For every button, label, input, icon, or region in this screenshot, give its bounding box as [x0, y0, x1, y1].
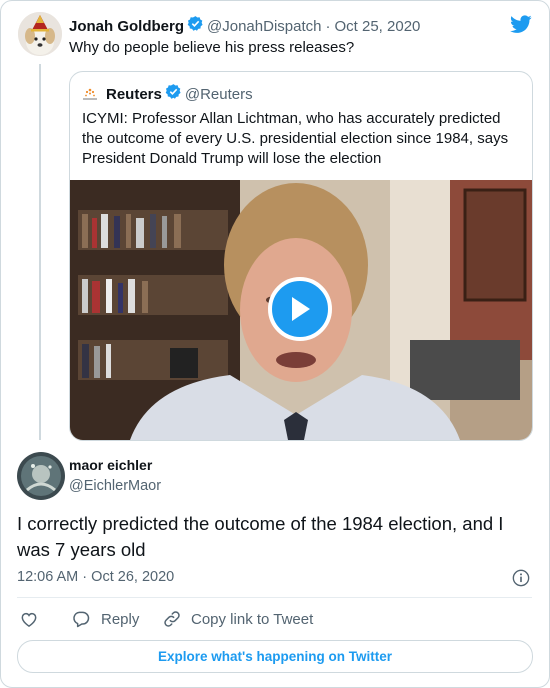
timestamp-separator: ·	[82, 569, 88, 585]
author-handle[interactable]: @JonahDispatch	[207, 18, 321, 35]
reply-timestamp[interactable]: 12:06 AM · Oct 26, 2020	[17, 569, 174, 585]
play-button[interactable]	[268, 277, 332, 341]
reply-text: I correctly predicted the outcome of the…	[17, 513, 504, 560]
like-button[interactable]	[19, 606, 39, 632]
quoted-tweet[interactable]: Reuters @Reuters ICYMI: Professor Allan …	[69, 71, 533, 441]
reply-author-handle[interactable]: @EichlerMaor	[69, 478, 161, 494]
quoted-tweet-text: ICYMI: Professor Allan Lichtman, who has…	[82, 110, 509, 167]
explore-twitter-button[interactable]: Explore what's happening on Twitter	[17, 640, 533, 673]
reply-icon	[73, 611, 90, 628]
verified-badge-icon	[187, 15, 204, 37]
tweet-date[interactable]: Oct 25, 2020	[334, 18, 420, 35]
link-icon	[164, 611, 180, 627]
reply-time: 12:06 AM	[17, 569, 79, 585]
info-icon[interactable]	[512, 569, 530, 592]
verified-badge-icon	[165, 83, 182, 105]
twitter-bird-icon[interactable]	[510, 15, 532, 39]
maor-eichler-avatar[interactable]	[17, 452, 65, 500]
quoted-tweet-header: Reuters @Reuters	[82, 84, 253, 104]
heart-icon	[21, 612, 37, 627]
tweet-header: Jonah Goldberg @JonahDispatch · Oct 25, …	[69, 16, 420, 36]
copy-link-label: Copy link to Tweet	[191, 610, 314, 628]
play-icon	[292, 297, 310, 321]
reply-author-name[interactable]: maor eichler	[69, 457, 152, 473]
explore-label: Explore what's happening on Twitter	[158, 649, 392, 664]
reuters-logo-icon	[82, 86, 98, 102]
quoted-video[interactable]	[70, 180, 532, 440]
jonah-goldberg-avatar[interactable]	[18, 12, 62, 56]
reply-button[interactable]: Reply	[71, 606, 139, 632]
dog-avatar-image	[18, 12, 62, 56]
quoted-author-name: Reuters	[106, 85, 162, 103]
reply-date: Oct 26, 2020	[91, 569, 175, 585]
author-name[interactable]: Jonah Goldberg	[69, 18, 184, 35]
thread-connector-line	[39, 64, 41, 440]
reply-label: Reply	[101, 610, 140, 628]
copy-link-button[interactable]: Copy link to Tweet	[162, 606, 313, 632]
header-separator: ·	[325, 17, 331, 35]
avatar-image	[17, 452, 65, 500]
divider	[17, 597, 532, 598]
quoted-author-handle: @Reuters	[184, 85, 253, 103]
tweet-text: Why do people believe his press releases…	[69, 39, 355, 56]
